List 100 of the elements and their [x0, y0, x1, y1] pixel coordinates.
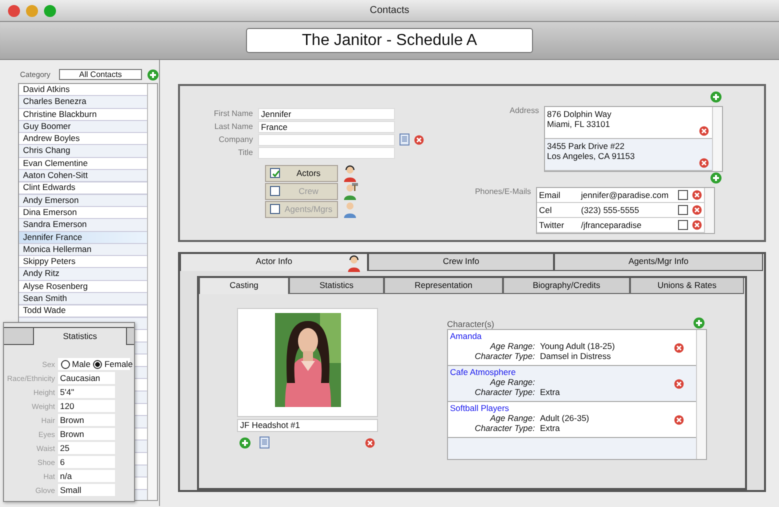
field-label: Age Range: — [488, 413, 536, 424]
character-link[interactable]: Softball Players — [450, 403, 678, 414]
tab[interactable]: Representation — [384, 278, 503, 294]
delete-icon[interactable] — [699, 126, 709, 136]
input-field[interactable]: 6 — [58, 456, 115, 468]
contact-row[interactable]: Sandra Emerson — [19, 219, 148, 232]
tab[interactable] — [127, 327, 134, 345]
input-field[interactable]: Jennifer — [258, 108, 395, 120]
delete-icon[interactable] — [414, 134, 424, 144]
category-dropdown[interactable]: All Contacts — [59, 69, 142, 80]
schedule-title: The Janitor - Schedule A — [246, 28, 533, 53]
character-link[interactable]: Cafe Atmosphere — [450, 367, 678, 378]
phone-value: /jfranceparadise — [581, 220, 642, 230]
field-label: Age Range: — [488, 377, 536, 388]
caption-field[interactable]: JF Headshot #1 — [237, 419, 378, 432]
add-icon[interactable] — [239, 436, 251, 448]
scrollbar[interactable] — [704, 188, 714, 233]
contact-row[interactable]: Sean Smith — [19, 293, 148, 306]
phone-value: jennifer@paradise.com — [581, 190, 670, 200]
checkbox[interactable] — [678, 190, 688, 200]
field-label: Character Type: — [474, 423, 536, 434]
field-label: Title — [237, 148, 254, 158]
delete-icon[interactable] — [699, 158, 709, 168]
delete-icon[interactable] — [365, 438, 375, 448]
address-line: 3455 Park Drive #22 — [547, 141, 626, 152]
contact-row[interactable]: Jennifer France — [19, 232, 148, 244]
address-line: 876 Dolphin Way — [547, 109, 612, 120]
add-icon[interactable] — [147, 68, 159, 80]
input-field[interactable] — [258, 146, 395, 158]
tab[interactable]: Agents/Mgr Info — [554, 254, 763, 271]
field-value: Adult (26-35) — [540, 413, 590, 424]
input-field[interactable]: France — [258, 120, 395, 132]
person-icon — [342, 164, 359, 182]
tab[interactable]: Biography/Credits — [503, 278, 630, 294]
phone-type: Cel — [539, 204, 553, 216]
address-line: Miami, FL 33101 — [547, 119, 611, 130]
delete-icon[interactable] — [674, 415, 684, 425]
scrollbar[interactable] — [712, 107, 722, 171]
input-field[interactable]: Brown — [58, 428, 115, 440]
checkbox[interactable] — [270, 168, 280, 178]
field-label: Last Name — [213, 122, 254, 132]
input-field[interactable]: Brown — [58, 414, 115, 426]
notepad-icon[interactable] — [399, 133, 410, 146]
person-icon — [342, 200, 359, 218]
field-value: Young Adult (18-25) — [540, 341, 615, 352]
contact-row[interactable]: Charles Benezra — [19, 96, 148, 109]
input-field[interactable]: Small — [58, 484, 115, 496]
role-toggle-button[interactable]: Actors — [265, 164, 338, 182]
field-value: Damsel in Distress — [540, 351, 611, 362]
notepad-icon[interactable] — [259, 436, 270, 449]
input-field[interactable]: Caucasian — [58, 372, 115, 384]
address-line: Los Angeles, CA 91153 — [547, 151, 636, 162]
input-field[interactable]: 120 — [58, 400, 115, 412]
checkbox[interactable] — [678, 205, 688, 215]
field-label: Address — [508, 106, 540, 117]
field-label: Phones/E-Mails — [474, 187, 532, 198]
delete-icon[interactable] — [674, 343, 684, 353]
radio-button[interactable] — [61, 360, 70, 368]
add-icon[interactable] — [710, 91, 722, 103]
tab[interactable] — [4, 327, 33, 345]
window-control-button[interactable] — [8, 5, 20, 17]
input-field[interactable] — [258, 134, 395, 146]
field-label: Company — [218, 134, 254, 144]
checkbox[interactable] — [270, 204, 280, 214]
input-field[interactable]: 5'4" — [58, 386, 115, 398]
delete-icon[interactable] — [692, 220, 702, 230]
delete-icon[interactable] — [692, 190, 702, 200]
tab[interactable]: Crew Info — [368, 254, 554, 271]
field-label: Character Type: — [474, 351, 536, 362]
add-icon[interactable] — [693, 317, 705, 329]
field-value: Extra — [540, 387, 560, 398]
field-label: First Name — [212, 108, 254, 118]
window-control-button[interactable] — [44, 5, 56, 17]
radio-button[interactable] — [93, 360, 102, 368]
person-icon — [342, 182, 359, 200]
scrollbar[interactable] — [147, 84, 157, 500]
window-title: Contacts — [370, 4, 410, 17]
add-icon[interactable] — [710, 172, 722, 184]
checkbox[interactable] — [270, 186, 280, 196]
person-icon — [346, 254, 363, 272]
phone-type: Email — [539, 190, 562, 200]
tab[interactable]: Unions & Rates — [630, 278, 744, 294]
phone-type: Twitter — [539, 220, 566, 230]
input-field[interactable]: n/a — [58, 470, 115, 482]
delete-icon[interactable] — [692, 205, 702, 215]
characters-label: Character(s) — [447, 318, 494, 329]
field-value: Extra — [540, 423, 560, 434]
tab[interactable]: Statistics — [289, 278, 384, 294]
contact-row[interactable]: Aaton Cohen-Sitt — [19, 170, 148, 182]
field-label: Character Type: — [474, 387, 536, 398]
delete-icon[interactable] — [674, 379, 684, 389]
input-field[interactable]: 25 — [58, 442, 115, 454]
checkbox[interactable] — [678, 220, 688, 230]
character-link[interactable]: Amanda — [450, 331, 678, 342]
tab[interactable]: Actor Info — [180, 254, 368, 271]
tab[interactable]: Casting — [199, 278, 289, 294]
contact-row[interactable]: Andy Emerson — [19, 194, 148, 207]
radio-label[interactable]: Female — [104, 358, 133, 370]
scrollbar[interactable] — [696, 330, 706, 459]
radio-label[interactable]: Male — [72, 358, 90, 370]
